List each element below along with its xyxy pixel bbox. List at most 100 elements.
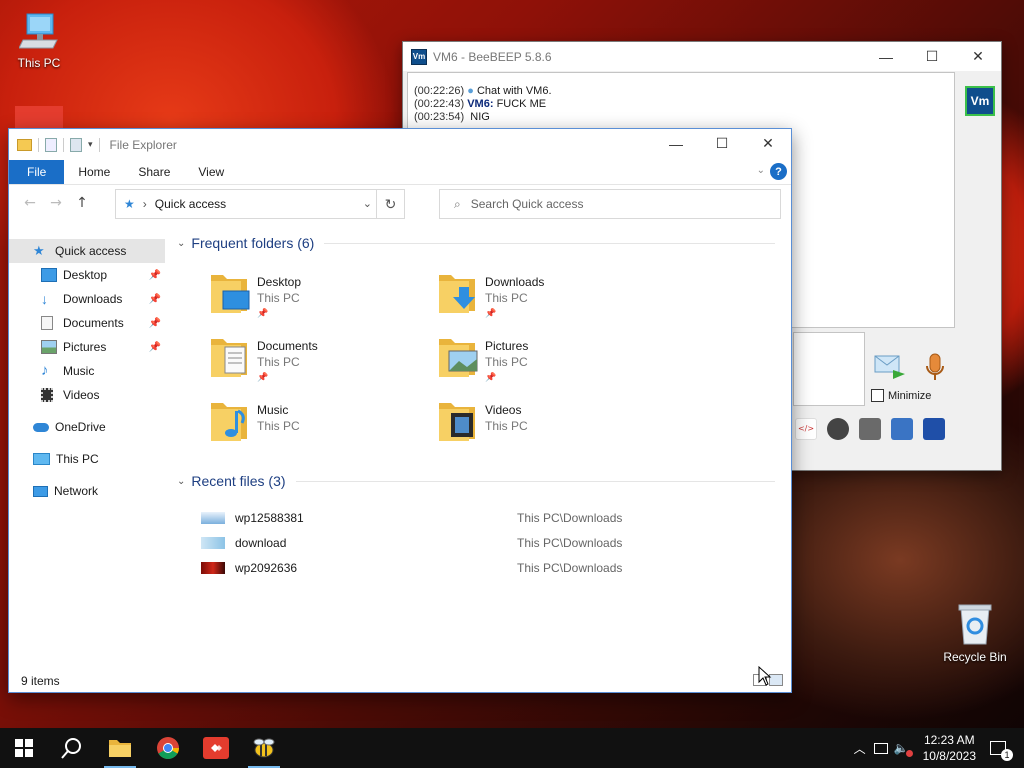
downloads-folder-icon <box>439 275 475 313</box>
new-folder-icon[interactable] <box>70 137 82 152</box>
cloud-icon <box>33 422 49 432</box>
folder-tile-downloads[interactable]: Downloads This PC 📌 <box>437 269 657 329</box>
recent-files-header[interactable]: ⌄ Recent files (3) <box>173 467 785 495</box>
close-button[interactable]: ✕ <box>745 129 791 158</box>
folder-tile-music[interactable]: Music This PC <box>209 397 429 457</box>
sidebar-item-this-pc[interactable]: This PC <box>9 447 165 471</box>
folder-icon <box>109 740 131 757</box>
file-location: This PC\Downloads <box>517 510 623 525</box>
mouse-cursor-icon <box>758 666 772 686</box>
code-icon[interactable]: </> <box>795 418 817 440</box>
volume-muted-icon[interactable]: 🔈 <box>894 741 913 757</box>
send-icon[interactable] <box>873 352 907 382</box>
tab-view[interactable]: View <box>184 160 238 184</box>
breadcrumb[interactable]: Quick access <box>155 197 226 211</box>
expand-ribbon-icon[interactable]: ⌄ <box>757 165 765 176</box>
sidebar-item-music[interactable]: ♪ Music <box>9 359 165 383</box>
tab-home[interactable]: Home <box>64 160 124 184</box>
title-bar[interactable]: ▾ File Explorer — ☐ ✕ <box>9 129 791 160</box>
sidebar-item-quick-access[interactable]: ★ Quick access <box>9 239 165 263</box>
folder-location: This PC <box>485 291 528 305</box>
show-hidden-icons-chevron-up-icon[interactable]: ︿ <box>854 740 866 757</box>
chrome-icon <box>157 737 179 759</box>
microphone-icon[interactable] <box>923 352 947 384</box>
tab-share[interactable]: Share <box>124 160 184 184</box>
taskbar: ︿ 🔈 12:23 AM 10/8/2023 1 <box>0 728 1024 768</box>
minimize-button[interactable]: — <box>863 42 909 71</box>
taskbar-chrome[interactable] <box>144 728 192 768</box>
forward-button[interactable]: → <box>43 195 69 211</box>
list-item[interactable]: wp2092636 This PC\Downloads <box>173 555 785 580</box>
chat-sender: VM6: <box>467 98 494 110</box>
chevron-down-icon[interactable]: ⌄ <box>177 238 185 249</box>
folder-tile-videos[interactable]: Videos This PC <box>437 397 657 457</box>
title-bar[interactable]: Vm VM6 - BeeBEEP 5.8.6 — ☐ ✕ <box>403 42 1001 71</box>
message-input[interactable] <box>793 332 865 406</box>
minimize-button[interactable]: — <box>653 129 699 158</box>
minimize-checkbox[interactable]: Minimize <box>871 389 931 402</box>
search-button[interactable] <box>48 728 96 768</box>
user-avatar[interactable]: Vm <box>965 86 995 116</box>
close-button[interactable]: ✕ <box>955 42 1001 71</box>
sidebar-item-network[interactable]: Network <box>9 479 165 503</box>
window-title: VM6 - BeeBEEP 5.8.6 <box>433 49 552 64</box>
properties-icon[interactable] <box>45 137 57 152</box>
quick-access-toolbar-dropdown-icon[interactable]: ▾ <box>88 139 93 150</box>
checkbox[interactable] <box>871 389 884 402</box>
anydesk-icon <box>203 737 229 759</box>
music-icon: ♪ <box>41 362 49 379</box>
back-button[interactable]: ← <box>17 195 43 211</box>
refresh-button[interactable]: ↻ <box>376 190 404 218</box>
pin-icon: 📌 <box>148 269 161 281</box>
search-input[interactable]: ⌕ Search Quick access <box>439 189 781 219</box>
sidebar-item-desktop[interactable]: Desktop 📌 <box>9 263 165 287</box>
file-explorer-window: ▾ File Explorer — ☐ ✕ File Home Share Vi… <box>8 128 792 693</box>
taskbar-beebeep[interactable] <box>240 728 288 768</box>
start-button[interactable] <box>0 728 48 768</box>
frequent-folders-header[interactable]: ⌄ Frequent folders (6) <box>173 229 785 257</box>
file-name: download <box>235 535 287 550</box>
up-button[interactable]: ↑ <box>69 195 95 211</box>
documents-folder-icon <box>211 339 247 377</box>
folder-name: Desktop <box>257 275 302 289</box>
breadcrumb-separator-icon[interactable]: › <box>143 197 147 211</box>
folder-tile-documents[interactable]: Documents This PC 📌 <box>209 333 429 393</box>
address-bar[interactable]: ★ › Quick access ⌄ ↻ <box>115 189 405 219</box>
pin-icon: 📌 <box>257 372 269 382</box>
clock[interactable]: 12:23 AM 10/8/2023 <box>923 732 976 764</box>
pin-icon: 📌 <box>148 317 161 329</box>
taskbar-file-explorer[interactable] <box>96 728 144 768</box>
file-icon[interactable] <box>891 418 913 440</box>
chat-timestamp: (00:22:26) <box>414 85 465 97</box>
chat-line: (00:22:26) ● Chat with VM6. <box>414 85 948 98</box>
chevron-down-icon[interactable]: ⌄ <box>363 197 372 210</box>
folder-tile-pictures[interactable]: Pictures This PC 📌 <box>437 333 657 393</box>
anydesk-desktop-icon[interactable] <box>15 106 63 128</box>
save-icon[interactable] <box>923 418 945 440</box>
maximize-button[interactable]: ☐ <box>699 129 745 158</box>
sidebar-item-videos[interactable]: Videos <box>9 383 165 407</box>
notification-center-button[interactable]: 1 <box>990 741 1013 761</box>
camera-icon[interactable] <box>827 418 849 440</box>
help-icon[interactable]: ? <box>770 163 787 180</box>
taskbar-anydesk[interactable] <box>192 728 240 768</box>
sidebar-item-pictures[interactable]: Pictures 📌 <box>9 335 165 359</box>
tab-file[interactable]: File <box>9 160 65 184</box>
folder-tile-desktop[interactable]: Desktop This PC 📌 <box>209 269 429 329</box>
list-item[interactable]: download This PC\Downloads <box>173 530 785 555</box>
screenshot-icon[interactable] <box>859 418 881 440</box>
computer-icon <box>19 13 58 49</box>
folder-location: This PC <box>485 355 528 369</box>
chevron-down-icon[interactable]: ⌄ <box>177 476 185 487</box>
desktop-icon-this-pc[interactable]: This PC <box>2 12 76 70</box>
list-item[interactable]: wp12588381 This PC\Downloads <box>173 505 785 530</box>
sidebar-item-documents[interactable]: Documents 📌 <box>9 311 165 335</box>
sidebar-item-label: Documents <box>63 316 124 330</box>
app-icon: Vm <box>411 48 427 65</box>
chat-toolbar: </> <box>791 414 999 444</box>
network-status-icon[interactable] <box>873 742 888 754</box>
desktop-icon-recycle-bin[interactable]: Recycle Bin <box>938 602 1012 664</box>
sidebar-item-onedrive[interactable]: OneDrive <box>9 415 165 439</box>
maximize-button[interactable]: ☐ <box>909 42 955 71</box>
sidebar-item-downloads[interactable]: ↓ Downloads 📌 <box>9 287 165 311</box>
